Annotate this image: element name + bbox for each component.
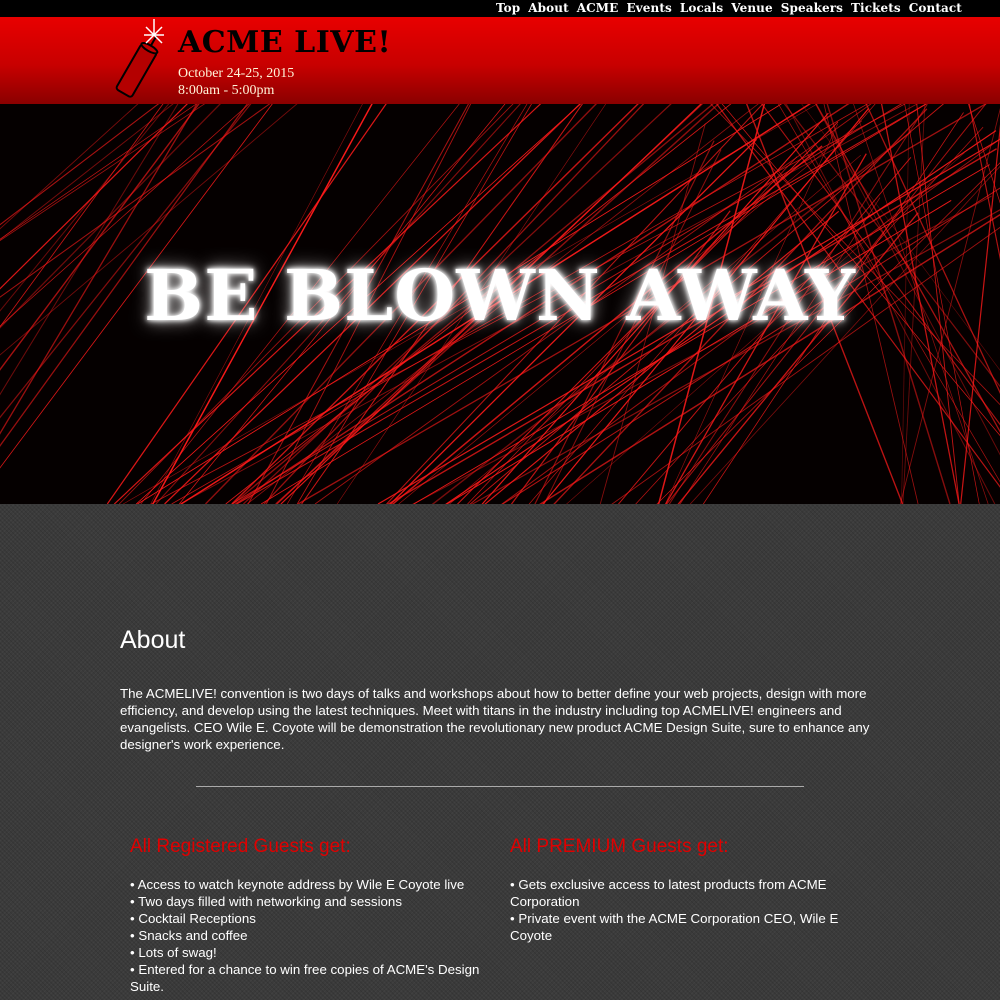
about-heading: About: [120, 626, 186, 654]
nav-link-acme[interactable]: ACME: [577, 1, 619, 15]
section-divider: [196, 786, 804, 787]
nav-link-top[interactable]: Top: [496, 1, 520, 15]
registered-guests-heading: All Registered Guests get:: [130, 836, 351, 857]
hero-headline: BE BLOWN AWAY: [144, 254, 856, 337]
main-content: About The ACMELIVE! convention is two da…: [0, 504, 1000, 1000]
nav-link-about[interactable]: About: [528, 1, 568, 15]
nav-link-contact[interactable]: Contact: [909, 1, 962, 15]
top-bar: Top About ACME Events Locals Venue Speak…: [0, 0, 1000, 17]
registered-guests-section: All Registered Guests get: Access to wat…: [130, 836, 480, 995]
premium-guests-heading: All PREMIUM Guests get:: [510, 836, 729, 857]
registered-guests-list: Access to watch keynote address by Wile …: [130, 876, 480, 995]
list-item: Private event with the ACME Corporation …: [510, 910, 860, 944]
nav-link-locals[interactable]: Locals: [680, 1, 723, 15]
list-item: Gets exclusive access to latest products…: [510, 876, 860, 910]
nav-link-speakers[interactable]: Speakers: [781, 1, 843, 15]
event-time: 8:00am - 5:00pm: [178, 83, 275, 98]
list-item: Snacks and coffee: [130, 927, 480, 944]
list-item: Access to watch keynote address by Wile …: [130, 876, 480, 893]
site-title[interactable]: ACME LIVE!: [178, 25, 391, 60]
hero-banner: BE BLOWN AWAY: [0, 104, 1000, 504]
premium-guests-section: All PREMIUM Guests get: Gets exclusive a…: [510, 836, 860, 944]
main-nav: Top About ACME Events Locals Venue Speak…: [496, 1, 1000, 15]
list-item: Two days filled with networking and sess…: [130, 893, 480, 910]
about-paragraph: The ACMELIVE! convention is two days of …: [120, 686, 870, 752]
event-dates: October 24-25, 2015 8:00am - 5:00pm: [178, 65, 294, 99]
nav-link-venue[interactable]: Venue: [731, 1, 772, 15]
nav-link-tickets[interactable]: Tickets: [851, 1, 901, 15]
list-item: Entered for a chance to win free copies …: [130, 961, 480, 995]
premium-guests-list: Gets exclusive access to latest products…: [510, 876, 860, 944]
list-item: Lots of swag!: [130, 944, 480, 961]
list-item: Cocktail Receptions: [130, 910, 480, 927]
site-header: ACME LIVE! October 24-25, 2015 8:00am - …: [0, 17, 1000, 104]
nav-link-events[interactable]: Events: [626, 1, 671, 15]
dynamite-logo-icon[interactable]: [112, 17, 182, 103]
event-date: October 24-25, 2015: [178, 66, 295, 81]
